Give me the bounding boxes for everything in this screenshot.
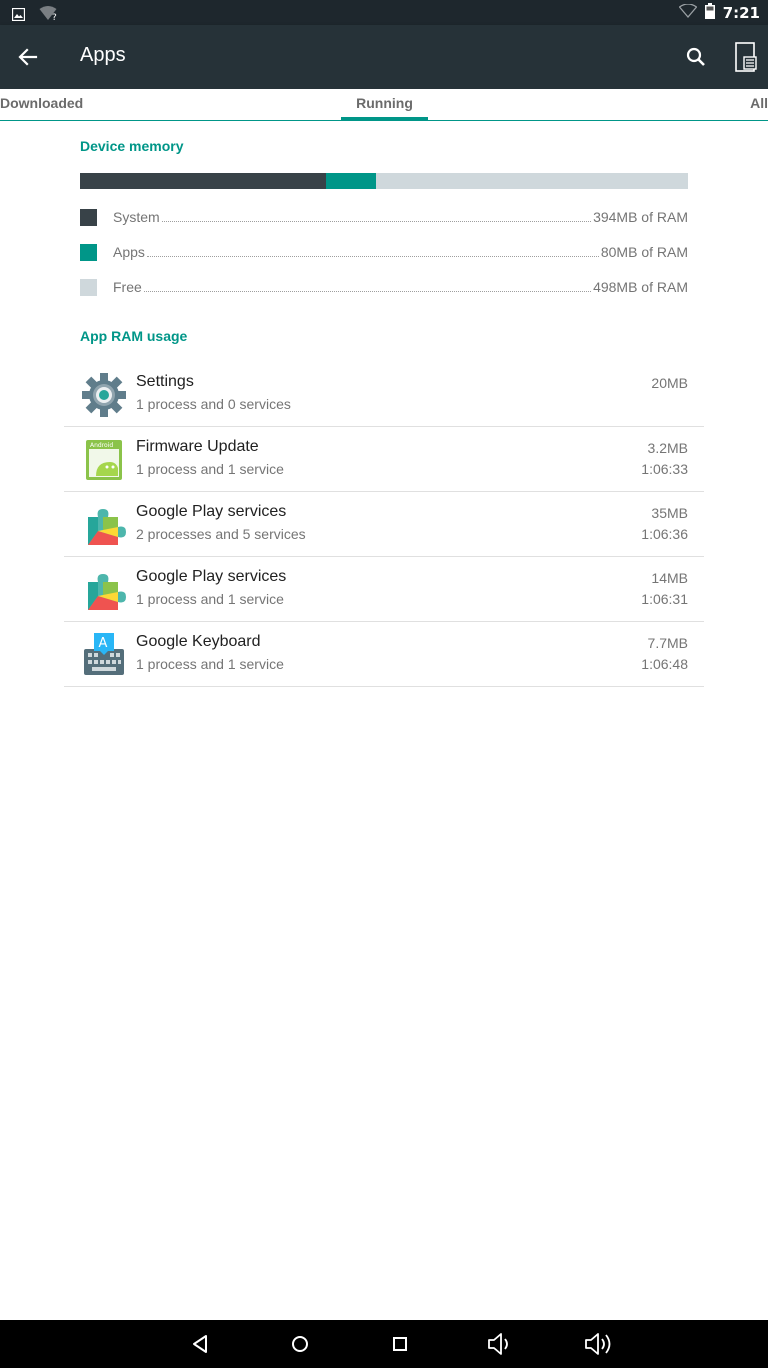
app-ram-size: 35MB xyxy=(651,505,688,521)
app-process-info: 1 process and 0 services xyxy=(136,396,291,412)
home-circle-icon[interactable] xyxy=(286,1330,314,1358)
keyboard-icon: A xyxy=(80,631,128,679)
memory-segment-apps xyxy=(326,173,377,189)
legend-label: Free xyxy=(113,279,142,295)
app-ram-header: App RAM usage xyxy=(80,328,188,344)
search-icon[interactable] xyxy=(682,43,710,71)
device-memory-header: Device memory xyxy=(80,138,184,154)
volume-down-icon[interactable] xyxy=(486,1330,514,1358)
app-item-google-keyboard[interactable]: A Google Keyboard 1 process and 1 servic… xyxy=(64,622,704,687)
app-name: Firmware Update xyxy=(136,438,259,455)
app-process-info: 1 process and 1 service xyxy=(136,591,284,607)
memory-bar xyxy=(80,173,688,189)
app-ram-size: 7.7MB xyxy=(647,635,688,651)
app-ram-size: 14MB xyxy=(651,570,688,586)
puzzle-piece-icon xyxy=(80,566,128,614)
legend-swatch-free xyxy=(80,278,97,296)
navigation-bar xyxy=(0,1320,768,1368)
app-name: Google Play services xyxy=(136,568,287,585)
puzzle-piece-icon xyxy=(80,501,128,549)
legend-swatch-system xyxy=(80,208,97,226)
legend-system: System 394MB of RAM xyxy=(80,207,688,227)
memory-segment-system xyxy=(80,173,327,189)
app-run-time: 1:06:36 xyxy=(641,526,688,542)
app-process-info: 1 process and 1 service xyxy=(136,461,284,477)
legend-label: Apps xyxy=(113,244,145,260)
app-item-settings[interactable]: Settings 1 process and 0 services 20MB xyxy=(64,362,704,427)
back-arrow-icon[interactable] xyxy=(14,43,42,71)
legend-value: 394MB of RAM xyxy=(593,209,688,225)
app-process-info: 2 processes and 5 services xyxy=(136,526,306,542)
leader-dots xyxy=(143,291,592,292)
app-item-firmware-update[interactable]: Android Firmware Update 1 process and 1 … xyxy=(64,427,704,492)
volume-up-icon[interactable] xyxy=(584,1330,612,1358)
legend-value: 80MB of RAM xyxy=(600,244,688,260)
settings-gear-icon xyxy=(80,371,128,419)
legend-swatch-apps xyxy=(80,243,97,261)
battery-icon xyxy=(704,3,715,23)
recents-square-icon[interactable] xyxy=(386,1330,414,1358)
app-name: Settings xyxy=(136,373,194,390)
android-firmware-icon: Android xyxy=(80,436,128,484)
legend-label: System xyxy=(113,209,160,225)
svg-text:Android: Android xyxy=(90,442,113,449)
tab-running[interactable]: Running xyxy=(341,95,428,111)
storage-icon[interactable] xyxy=(730,41,760,73)
app-process-info: 1 process and 1 service xyxy=(136,656,284,672)
leader-dots xyxy=(146,256,599,257)
memory-segment-free xyxy=(376,173,688,189)
legend-value: 498MB of RAM xyxy=(593,279,688,295)
app-name: Google Keyboard xyxy=(136,633,261,650)
svg-text:?: ? xyxy=(52,13,57,21)
svg-text:A: A xyxy=(99,636,108,651)
back-triangle-icon[interactable] xyxy=(186,1330,214,1358)
status-time: 7:21 xyxy=(722,4,760,22)
tab-all[interactable]: All xyxy=(750,95,768,111)
app-ram-size: 20MB xyxy=(651,375,688,391)
app-run-time: 1:06:48 xyxy=(641,656,688,672)
app-item-google-play-services[interactable]: Google Play services 2 processes and 5 s… xyxy=(64,492,704,557)
leader-dots xyxy=(161,221,592,222)
app-run-time: 1:06:33 xyxy=(641,461,688,477)
image-icon xyxy=(11,6,26,25)
status-bar: ? 7:21 xyxy=(0,0,768,25)
legend-apps: Apps 80MB of RAM xyxy=(80,242,688,262)
app-ram-size: 3.2MB xyxy=(647,440,688,456)
page-title: Apps xyxy=(80,44,126,66)
app-name: Google Play services xyxy=(136,503,287,520)
app-bar: Apps xyxy=(0,25,768,89)
app-item-google-play-services-2[interactable]: Google Play services 1 process and 1 ser… xyxy=(64,557,704,622)
tab-indicator xyxy=(341,117,428,120)
wifi-unknown-icon: ? xyxy=(39,5,59,25)
wifi-icon xyxy=(678,3,698,22)
tab-downloaded[interactable]: Downloaded xyxy=(0,95,83,111)
legend-free: Free 498MB of RAM xyxy=(80,277,688,297)
app-run-time: 1:06:31 xyxy=(641,591,688,607)
